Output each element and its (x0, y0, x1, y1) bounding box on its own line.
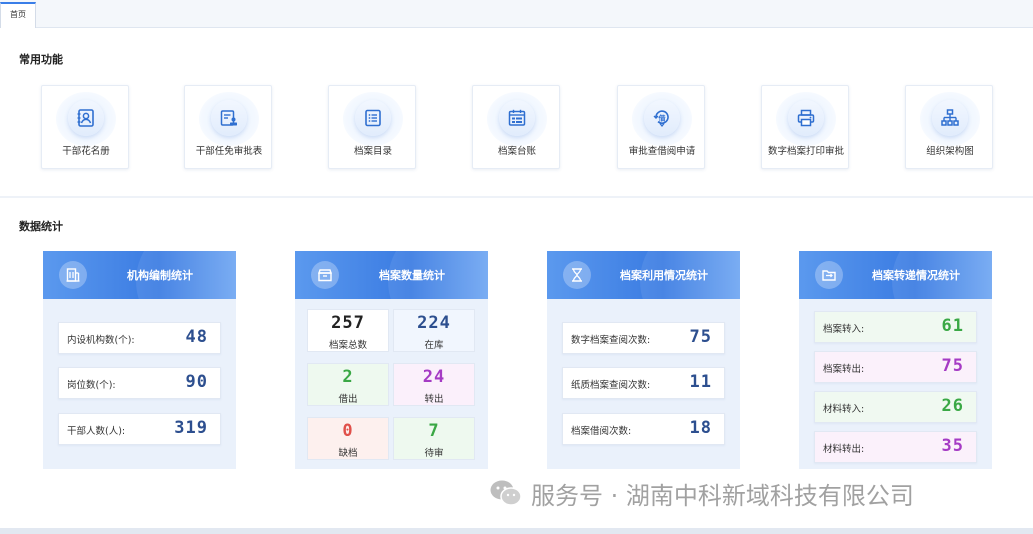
svg-text:借: 借 (658, 114, 666, 123)
stat-value: 319 (174, 418, 208, 438)
hourglass-icon (572, 268, 582, 282)
stat-value: 11 (689, 372, 712, 392)
func-org-chart[interactable]: 组织架构图 (905, 85, 993, 169)
stat-tile-transferred-out: 24 转出 (393, 363, 475, 406)
stat-card-title: 档案数量统计 (379, 269, 445, 282)
stat-tile-missing: 0 缺档 (307, 417, 389, 460)
stat-card-usage: 档案利用情况统计 数字档案查阅次数: 75 纸质档案查阅次数: 11 档案借阅次… (547, 251, 740, 469)
common-functions-title: 常用功能 (19, 53, 63, 66)
func-borrow-approval[interactable]: 借 审批查借阅申请 (617, 85, 705, 169)
org-chart-icon (941, 109, 959, 126)
stat-value: 90 (185, 372, 208, 392)
stat-row-posts: 岗位数(个): 90 (58, 367, 221, 399)
stat-value: 48 (185, 327, 208, 347)
list-icon (365, 109, 381, 127)
stat-value: 7 (428, 421, 440, 441)
stat-card-title: 档案转递情况统计 (872, 269, 960, 282)
stat-value: 2 (342, 367, 354, 387)
stat-row-material-in: 材料转入: 26 (814, 391, 977, 423)
stat-value: 224 (417, 313, 451, 333)
stat-value: 257 (331, 313, 365, 333)
stat-tile-total: 257 档案总数 (307, 309, 389, 352)
stat-card-archive: 档案数量统计 257 档案总数 224 在库 2 借出 24 转出 0 缺档 7… (295, 251, 488, 469)
wechat-icon (490, 480, 522, 506)
ledger-icon (508, 109, 526, 126)
func-label: 审批查借阅申请 (628, 146, 696, 157)
bottom-strip (0, 528, 1033, 534)
stat-row-departments: 内设机构数(个): 48 (58, 322, 221, 354)
func-label: 档案台账 (497, 146, 536, 157)
stat-tile-in-stock: 224 在库 (393, 309, 475, 352)
stat-row-archive-out: 档案转出: 75 (814, 351, 977, 383)
stat-tile-pending: 7 待审 (393, 417, 475, 460)
tab-home[interactable]: 首页 (0, 2, 36, 28)
watermark: 服务号 · 湖南中科新域科技有限公司 (489, 478, 914, 510)
stat-value: 0 (342, 421, 354, 441)
stat-row-material-out: 材料转出: 35 (814, 431, 977, 463)
stat-card-header: 档案利用情况统计 (547, 251, 740, 299)
func-archive-catalog[interactable]: 档案目录 (328, 85, 416, 169)
stat-value: 75 (941, 356, 964, 376)
data-statistics-title: 数据统计 (19, 220, 63, 233)
section-divider (0, 196, 1033, 198)
func-archive-ledger[interactable]: 档案台账 (472, 85, 560, 169)
stat-card-transfer: 档案转递情况统计 档案转入: 61 档案转出: 75 材料转入: 26 材料转出… (799, 251, 992, 469)
building-icon (66, 268, 80, 282)
stat-row-digital-views: 数字档案查阅次数: 75 (562, 322, 725, 354)
stat-card-title: 档案利用情况统计 (620, 269, 708, 282)
func-print-approval[interactable]: 数字档案打印审批 (761, 85, 849, 169)
stat-row-paper-views: 纸质档案查阅次数: 11 (562, 367, 725, 399)
printer-icon (797, 109, 815, 127)
stat-tile-lent: 2 借出 (307, 363, 389, 406)
tab-bar: 首页 (0, 0, 1033, 28)
stat-value: 26 (941, 396, 964, 416)
func-label: 干部任免审批表 (195, 146, 263, 157)
func-appointment-form[interactable]: 干部任免审批表 (184, 85, 272, 169)
roster-icon (77, 109, 94, 127)
stat-card-header: 档案转递情况统计 (799, 251, 992, 299)
stat-value: 61 (941, 316, 964, 336)
stat-value: 35 (941, 436, 964, 456)
stat-row-archive-in: 档案转入: 61 (814, 311, 977, 343)
archive-box-icon (318, 269, 332, 282)
func-label: 档案目录 (353, 146, 392, 157)
appointment-form-icon (220, 110, 237, 126)
stat-value: 18 (689, 418, 712, 438)
stat-value: 75 (689, 327, 712, 347)
stat-row-cadres: 干部人数(人): 319 (58, 413, 221, 445)
borrow-approval-icon: 借 (653, 110, 669, 128)
stat-card-header: 档案数量统计 (295, 251, 488, 299)
stat-card-org: 机构编制统计 内设机构数(个): 48 岗位数(个): 90 干部人数(人): … (43, 251, 236, 469)
func-label: 干部花名册 (62, 146, 110, 157)
stat-card-title: 机构编制统计 (127, 269, 193, 282)
func-label: 组织架构图 (926, 146, 974, 157)
transfer-folder-icon (822, 270, 836, 281)
stat-card-header: 机构编制统计 (43, 251, 236, 299)
stat-value: 24 (422, 367, 446, 387)
func-cadre-roster[interactable]: 干部花名册 (41, 85, 129, 169)
watermark-text: 服务号 · 湖南中科新域科技有限公司 (531, 481, 914, 510)
func-label: 数字档案打印审批 (767, 146, 844, 157)
stat-row-borrow-count: 档案借阅次数: 18 (562, 413, 725, 445)
